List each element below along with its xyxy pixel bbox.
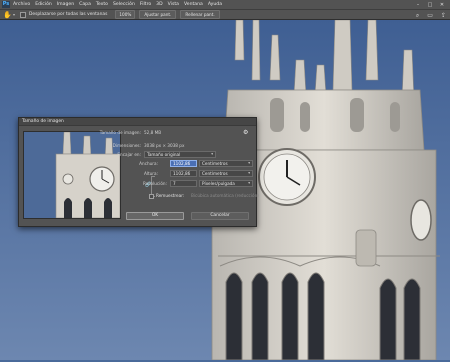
height-unit-select[interactable]: Centímetros ▾ <box>199 170 253 177</box>
menu-bar: Ps Archivo Edición Imagen Capa Texto Sel… <box>0 0 450 9</box>
chevron-down-icon: ▾ <box>211 152 213 156</box>
image-size-dialog: Tamaño de imagen ⚙ Tamaño de imagen: 52,… <box>18 117 259 227</box>
clock-face <box>258 148 316 206</box>
fit-screen-button[interactable]: Ajustar pant. <box>139 10 177 19</box>
resample-label: Remuestrear: <box>156 193 185 198</box>
width-input[interactable]: 1102,86 <box>170 160 197 167</box>
search-icon[interactable]: ⌕ <box>416 12 419 20</box>
height-unit-value: Centímetros <box>202 171 228 176</box>
menu-seleccion[interactable]: Selección <box>113 2 135 7</box>
resample-checkbox[interactable] <box>149 194 154 199</box>
resample-method[interactable]: Bicúbica automática (reducción) <box>191 193 259 198</box>
close-icon[interactable]: ✕ <box>436 2 448 8</box>
gear-icon[interactable]: ⚙ <box>243 129 248 136</box>
resolution-unit-select[interactable]: Píxeles/pulgada ▾ <box>199 180 253 187</box>
menu-imagen[interactable]: Imagen <box>57 2 74 7</box>
resolution-input[interactable]: 7 <box>170 180 197 187</box>
scroll-all-windows-checkbox[interactable] <box>20 11 27 18</box>
fit-to-label: Encajar en: <box>117 152 141 157</box>
width-label: Anchura: <box>139 161 158 166</box>
menu-filtro[interactable]: Filtro <box>140 2 151 7</box>
share-icon[interactable]: ⇪ <box>441 12 446 19</box>
menu-ventana[interactable]: Ventana <box>184 2 203 7</box>
menu-capa[interactable]: Capa <box>79 2 91 7</box>
resolution-unit-value: Píxeles/pulgada <box>202 181 235 186</box>
image-size-label: Tamaño de imagen: <box>99 130 141 135</box>
cancel-button[interactable]: Cancelar <box>191 212 249 220</box>
scroll-all-windows-label: Desplazarse por todas las ventanas <box>29 12 108 17</box>
menu-edicion[interactable]: Edición <box>35 2 52 7</box>
chevron-down-icon: ▾ <box>248 181 250 185</box>
image-size-value: 52,8 MB <box>144 130 162 135</box>
menu-ayuda[interactable]: Ayuda <box>208 2 222 7</box>
dialog-title: Tamaño de imagen <box>19 118 256 126</box>
fit-to-select[interactable]: Tamaño original ▾ <box>144 151 216 158</box>
menu-archivo[interactable]: Archivo <box>13 2 30 7</box>
window-controls: – □ ✕ <box>412 0 448 9</box>
width-unit-value: Centímetros <box>202 161 228 166</box>
workspace-icon[interactable]: ▭ <box>427 12 433 19</box>
chevron-down-icon[interactable]: ▾ <box>13 12 15 17</box>
zoom-100-button[interactable]: 100% <box>115 10 136 19</box>
resolution-label: Resolución: <box>143 181 167 186</box>
photoshop-logo-icon[interactable]: Ps <box>2 1 10 8</box>
fit-to-value: Tamaño original <box>147 152 181 157</box>
menu-3d[interactable]: 3D <box>156 2 162 7</box>
dimensions-value: 3038 px × 3038 px <box>144 143 185 148</box>
maximize-icon[interactable]: □ <box>424 2 436 8</box>
fill-screen-button[interactable]: Rellenar pant. <box>180 10 220 19</box>
ok-button[interactable]: OK <box>126 212 184 220</box>
height-label: Altura: <box>143 171 158 176</box>
chevron-down-icon: ▾ <box>248 171 250 175</box>
chevron-down-icon: ▾ <box>248 161 250 165</box>
height-input[interactable]: 1102,86 <box>170 170 197 177</box>
minimize-icon[interactable]: – <box>412 2 424 8</box>
hand-icon[interactable]: ✋ <box>3 11 12 19</box>
dimensions-label: Dimensiones: <box>112 143 141 148</box>
options-bar: ✋ ▾ Desplazarse por todas las ventanas 1… <box>0 9 450 20</box>
menu-vista[interactable]: Vista <box>168 2 179 7</box>
width-unit-select[interactable]: Centímetros ▾ <box>199 160 253 167</box>
menu-texto[interactable]: Texto <box>96 2 108 7</box>
